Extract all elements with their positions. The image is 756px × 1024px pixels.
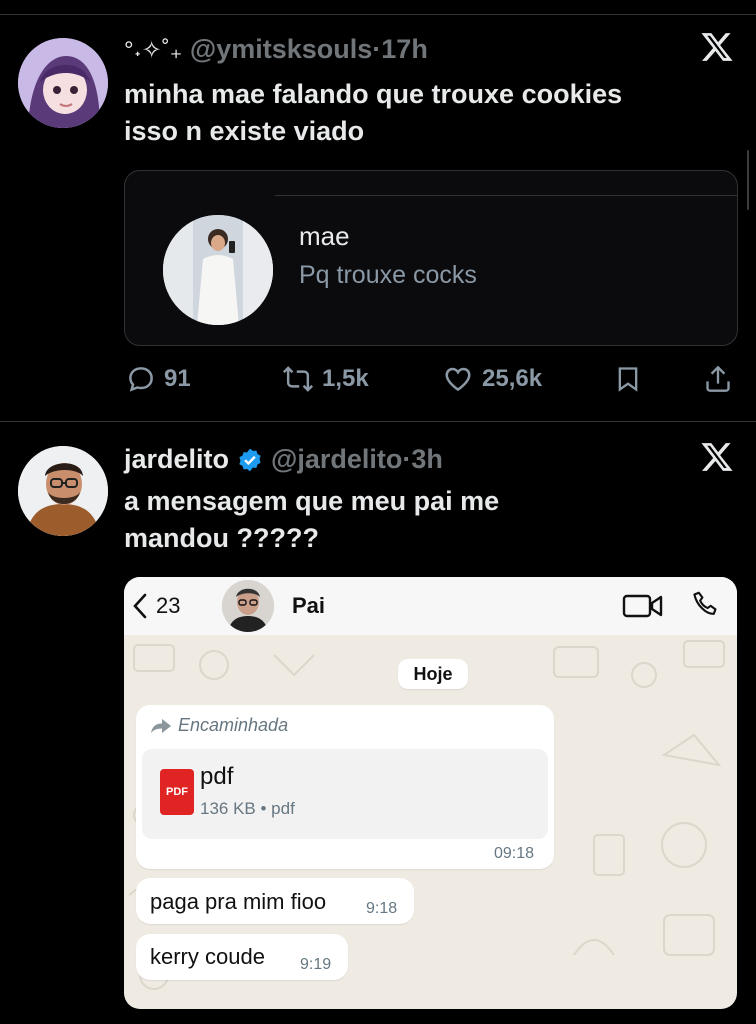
tweet-text-line: minha mae falando que trouxe cookies	[124, 79, 623, 109]
quoted-name: mae	[299, 221, 350, 251]
message-time: 9:18	[366, 900, 398, 917]
x-logo-icon	[700, 440, 734, 479]
file-card[interactable]: PDF pdf 136 KB • pdf	[142, 749, 548, 839]
message-bubble[interactable]: kerry coude 9:19	[136, 934, 348, 980]
like-button[interactable]: 25,6k	[442, 364, 542, 394]
file-name: pdf	[200, 763, 234, 790]
reply-button[interactable]: 91	[126, 364, 191, 394]
tweet-text-line: mandou ?????	[124, 523, 319, 553]
user-handle[interactable]: @jardelito	[271, 444, 402, 474]
media-image[interactable]: 23 Pai Hoje Encaminhada PDF pdf 136 KB •…	[124, 577, 737, 1009]
tweet-header: jardelito @jardelito·3h	[124, 444, 443, 475]
phone-icon	[693, 591, 717, 615]
message-text: kerry coude	[150, 944, 265, 969]
avatar[interactable]	[18, 38, 108, 128]
share-button[interactable]	[704, 363, 732, 400]
video-camera-icon	[622, 594, 663, 618]
share-icon	[706, 365, 730, 392]
like-count: 25,6k	[482, 365, 543, 392]
message-time: 09:18	[494, 845, 535, 862]
tweet-text: minha mae falando que trouxe cookies iss…	[124, 76, 622, 150]
date-chip: Hoje	[398, 659, 468, 689]
reply-count: 91	[164, 365, 191, 392]
avatar[interactable]	[18, 446, 108, 536]
tweet-text: a mensagem que meu pai me mandou ?????	[124, 483, 499, 557]
display-name[interactable]: jardelito	[124, 444, 229, 475]
voice-call-button[interactable]	[690, 589, 722, 626]
video-call-button[interactable]	[622, 592, 664, 625]
heart-icon	[445, 367, 471, 392]
back-button[interactable]: 23	[132, 593, 180, 619]
quoted-message: Pq trouxe cocks	[299, 261, 477, 289]
forward-arrow-icon	[151, 718, 171, 733]
tweet-header: °˖✧˚₊ @ymitsksouls·17h	[124, 34, 428, 65]
retweet-count: 1,5k	[322, 365, 369, 392]
forwarded-file-bubble[interactable]: Encaminhada PDF pdf 136 KB • pdf 09:18	[136, 705, 554, 869]
forwarded-label: Encaminhada	[150, 715, 288, 736]
quoted-card[interactable]: mae Pq trouxe cocks	[124, 170, 738, 346]
contact-avatar[interactable]	[222, 580, 274, 632]
date-chip-label: Hoje	[413, 663, 453, 684]
file-meta: 136 KB • pdf	[200, 799, 295, 818]
bookmark-icon	[618, 367, 638, 392]
reply-icon	[129, 367, 153, 392]
unread-count: 23	[156, 593, 181, 618]
pdf-icon-label: PDF	[166, 786, 188, 798]
retweet-button[interactable]: 1,5k	[282, 364, 369, 394]
pdf-file-icon: PDF	[160, 769, 194, 815]
x-logo-icon	[700, 30, 734, 74]
timestamp[interactable]: 3h	[411, 444, 443, 474]
tweet-text-line: a mensagem que meu pai me	[124, 486, 500, 516]
verified-badge-icon	[239, 448, 261, 471]
dot-separator: ·	[372, 34, 382, 64]
message-bubble[interactable]: paga pra mim fioo 9:18	[136, 878, 414, 924]
retweet-icon	[282, 366, 314, 392]
contact-avatar	[163, 215, 273, 325]
chevron-left-icon	[133, 593, 147, 619]
contact-name[interactable]: Pai	[292, 593, 325, 619]
top-divider	[0, 14, 756, 15]
forwarded-text: Encaminhada	[178, 715, 289, 735]
message-text: paga pra mim fioo	[150, 889, 327, 914]
message-time: 9:19	[300, 956, 332, 973]
tweet-text-line: isso n existe viado	[124, 116, 365, 146]
card-inner-divider	[275, 195, 737, 196]
decor-symbols: °˖✧˚₊	[124, 37, 183, 64]
timestamp[interactable]: 17h	[381, 34, 428, 64]
user-handle[interactable]: @ymitsksouls	[190, 34, 372, 64]
bookmark-button[interactable]	[614, 364, 642, 399]
tweet-divider	[0, 421, 756, 422]
scroll-indicator[interactable]	[747, 150, 749, 210]
